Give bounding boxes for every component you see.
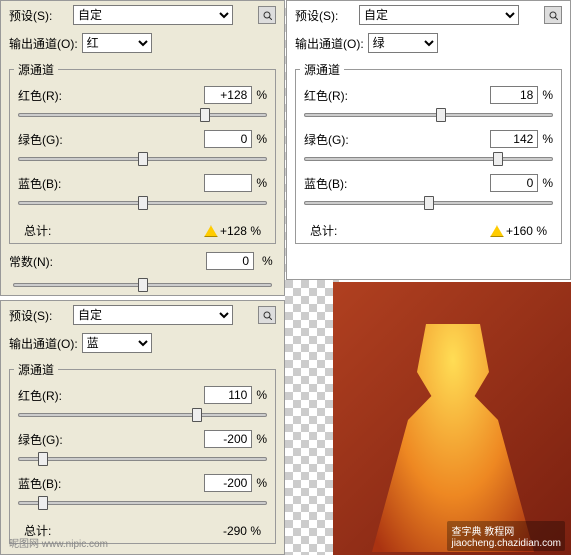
source-channel-legend: 源通道 (300, 61, 344, 78)
constant-value-input[interactable] (206, 252, 254, 270)
blue-value-input[interactable] (204, 174, 252, 192)
total-label: 总计: (310, 222, 337, 239)
green-value-input[interactable] (204, 430, 252, 448)
source-channel-group: 源通道 红色(R): % 绿色(G): % 蓝色(B): % 总计: +128 … (9, 61, 276, 244)
blue-slider[interactable] (304, 194, 553, 212)
preset-label: 预设(S): (295, 7, 355, 24)
green-label: 绿色(G): (304, 131, 349, 148)
source-channel-group: 源通道 红色(R): % 绿色(G): % 蓝色(B): % 总计: +160 … (295, 61, 562, 244)
warning-icon (490, 225, 504, 237)
constant-slider[interactable] (13, 276, 272, 294)
blue-slider[interactable] (18, 194, 267, 212)
red-label: 红色(R): (18, 387, 62, 404)
red-label: 红色(R): (18, 87, 62, 104)
green-value-input[interactable] (204, 130, 252, 148)
preset-menu-button[interactable] (258, 306, 276, 324)
output-channel-select[interactable]: 绿 (368, 33, 438, 53)
source-channel-legend: 源通道 (14, 361, 58, 378)
green-slider[interactable] (18, 150, 267, 168)
green-label: 绿色(G): (18, 131, 63, 148)
red-label: 红色(R): (304, 87, 348, 104)
source-channel-legend: 源通道 (14, 61, 58, 78)
green-value-input[interactable] (490, 130, 538, 148)
total-value: +128 % (204, 224, 261, 238)
preset-select[interactable]: 自定 (359, 5, 519, 25)
preset-label: 预设(S): (9, 7, 69, 24)
watermark-chazidian: 查字典 教程网 jiaocheng.chazidian.com (447, 521, 565, 551)
red-slider[interactable] (18, 406, 267, 424)
channel-mixer-panel-green: 预设(S): 自定 输出通道(O): 绿 源通道 红色(R): % 绿色(G):… (286, 0, 571, 280)
blue-slider[interactable] (18, 494, 267, 512)
green-slider[interactable] (18, 450, 267, 468)
red-value-input[interactable] (204, 86, 252, 104)
constant-label: 常数(N): (9, 253, 69, 270)
green-label: 绿色(G): (18, 431, 63, 448)
watermark-nipic: 昵图网 www.nipic.com (9, 535, 108, 550)
blue-label: 蓝色(B): (304, 175, 347, 192)
output-channel-label: 输出通道(O): (295, 35, 364, 52)
channel-mixer-panel-red: 预设(S): 自定 输出通道(O): 红 源通道 红色(R): % 绿色(G):… (0, 0, 285, 296)
output-channel-label: 输出通道(O): (9, 335, 78, 352)
result-preview-image: 查字典 教程网 jiaocheng.chazidian.com (333, 282, 571, 555)
red-slider[interactable] (18, 106, 267, 124)
output-channel-select[interactable]: 蓝 (82, 333, 152, 353)
blue-label: 蓝色(B): (18, 175, 61, 192)
total-value: +160 % (490, 224, 547, 238)
blue-label: 蓝色(B): (18, 475, 61, 492)
warning-icon (204, 225, 218, 237)
preset-menu-button[interactable] (258, 6, 276, 24)
total-value: -290 % (223, 524, 261, 538)
channel-mixer-panel-blue: 预设(S): 自定 输出通道(O): 蓝 源通道 红色(R): % 绿色(G):… (0, 300, 285, 555)
preset-label: 预设(S): (9, 307, 69, 324)
red-slider[interactable] (304, 106, 553, 124)
blue-value-input[interactable] (204, 474, 252, 492)
total-label: 总计: (24, 222, 51, 239)
preset-menu-button[interactable] (544, 6, 562, 24)
output-channel-select[interactable]: 红 (82, 33, 152, 53)
green-slider[interactable] (304, 150, 553, 168)
red-value-input[interactable] (204, 386, 252, 404)
source-channel-group: 源通道 红色(R): % 绿色(G): % 蓝色(B): % 总计: -290 … (9, 361, 276, 544)
blue-value-input[interactable] (490, 174, 538, 192)
preset-select[interactable]: 自定 (73, 5, 233, 25)
red-value-input[interactable] (490, 86, 538, 104)
output-channel-label: 输出通道(O): (9, 35, 78, 52)
preset-select[interactable]: 自定 (73, 305, 233, 325)
